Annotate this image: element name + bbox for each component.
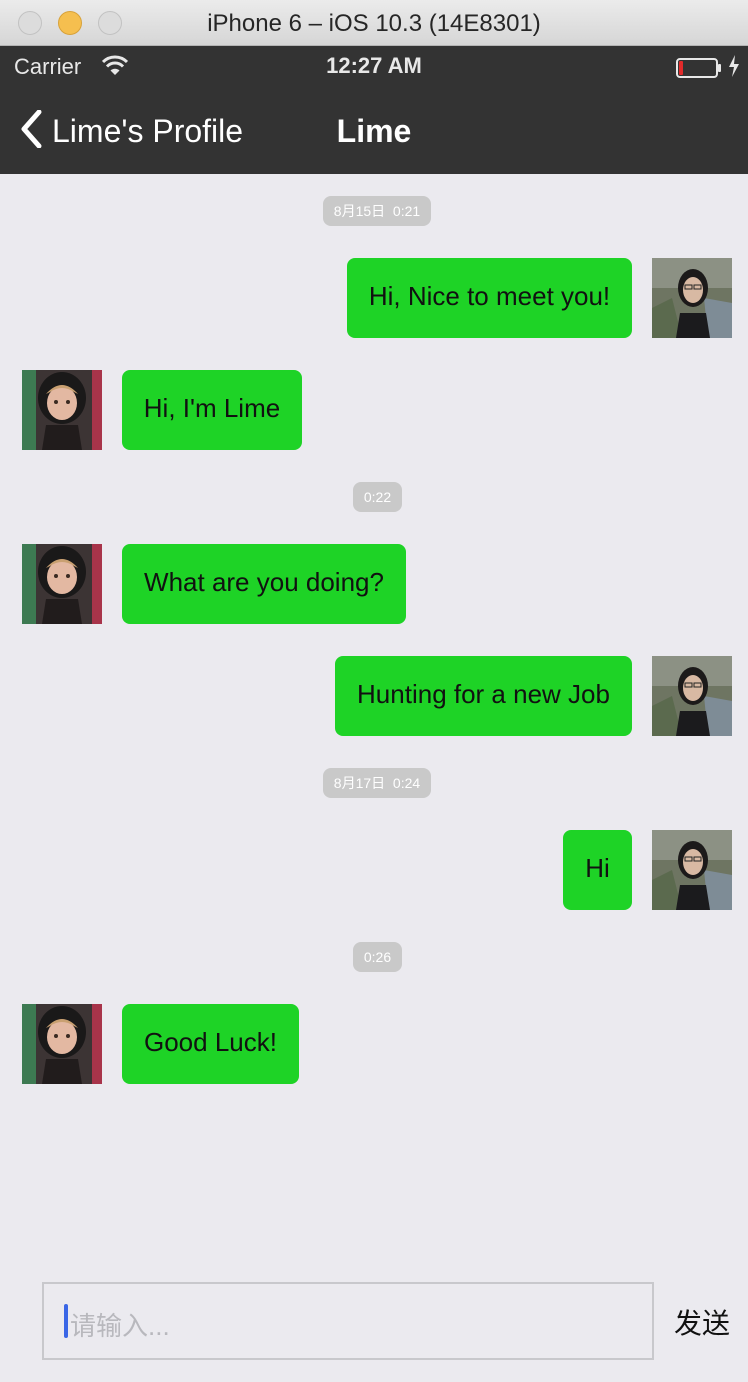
- message-row: Good Luck!: [0, 1004, 748, 1084]
- simulator-title-bar: iPhone 6 – iOS 10.3 (14E8301): [0, 0, 748, 46]
- contact-avatar[interactable]: [22, 544, 102, 624]
- chat-area[interactable]: 8月15日 0:21 Hi, Nice to meet you! Hi, I'm L…: [0, 174, 748, 1382]
- message-row: Hi, Nice to meet you!: [0, 258, 748, 338]
- battery-icon: [676, 58, 721, 78]
- my-avatar[interactable]: [652, 656, 732, 736]
- outgoing-message-bubble[interactable]: Hi, Nice to meet you!: [347, 258, 632, 338]
- contact-avatar[interactable]: [22, 1004, 102, 1084]
- timestamp-label: 8月15日 0:21: [323, 196, 431, 226]
- message-row: Hunting for a new Job: [0, 656, 748, 736]
- timestamp-label: 0:26: [353, 942, 402, 972]
- message-input[interactable]: 请输入...: [42, 1282, 654, 1360]
- outgoing-message-bubble[interactable]: Hi: [563, 830, 632, 910]
- timestamp-label: 0:22: [353, 482, 402, 512]
- status-time: 12:27 AM: [326, 53, 422, 78]
- text-caret: [64, 1304, 68, 1338]
- navigation-bar: Lime's Profile Lime: [0, 88, 748, 174]
- outgoing-message-bubble[interactable]: Hunting for a new Job: [335, 656, 632, 736]
- incoming-message-bubble[interactable]: What are you doing?: [122, 544, 406, 624]
- window-title: iPhone 6 – iOS 10.3 (14E8301): [207, 10, 541, 37]
- timestamp-label: 8月17日 0:24: [323, 768, 431, 798]
- message-row: What are you doing?: [0, 544, 748, 624]
- input-placeholder: 请输入...: [70, 1311, 170, 1341]
- message-row: Hi, I'm Lime: [0, 370, 748, 450]
- incoming-message-bubble[interactable]: Good Luck!: [122, 1004, 299, 1084]
- my-avatar[interactable]: [652, 258, 732, 338]
- message-row: Hi: [0, 830, 748, 910]
- send-button[interactable]: 发送: [674, 1302, 730, 1342]
- charging-bolt-icon: [728, 55, 740, 82]
- status-bar: Carrier 12:27 AM: [0, 46, 748, 88]
- my-avatar[interactable]: [652, 830, 732, 910]
- incoming-message-bubble[interactable]: Hi, I'm Lime: [122, 370, 302, 450]
- nav-title: Lime: [336, 113, 412, 149]
- contact-avatar[interactable]: [22, 370, 102, 450]
